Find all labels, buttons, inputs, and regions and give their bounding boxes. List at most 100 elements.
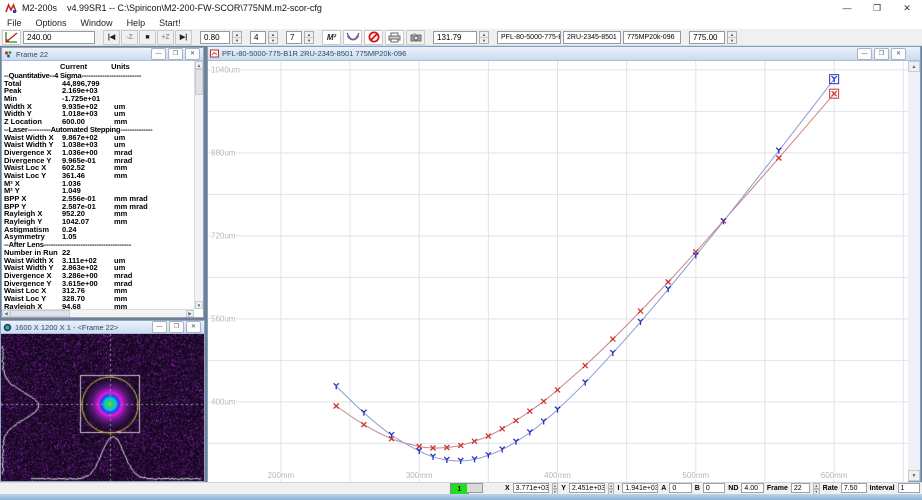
serial-combo[interactable]: 2RU-2345-8501	[563, 31, 621, 44]
table-row: Number in Run22	[2, 249, 194, 257]
stage-step-buttons: |◀-Z■+Z▶|	[103, 30, 192, 45]
results-vertical-scrollbar[interactable]: ▲ ▼	[194, 61, 203, 309]
status-value-b[interactable]: 0	[703, 483, 725, 493]
menu-item-help[interactable]: Help	[120, 16, 153, 29]
table-row: Total44,896,799	[2, 80, 194, 88]
row-value: 328.70	[62, 295, 114, 303]
svg-text:880um: 880um	[211, 148, 236, 157]
status-spinner-x[interactable]: ▲▼	[552, 483, 559, 493]
row-label: Waist Width Y	[2, 141, 62, 149]
status-value-nd[interactable]: 4.00	[741, 483, 763, 493]
chart-vertical-scrollbar[interactable]: ▲ ▼	[908, 61, 920, 481]
row-value: 1.036e+00	[62, 149, 114, 157]
row-units: um	[114, 141, 194, 149]
print-icon[interactable]	[385, 30, 404, 45]
row-label: Peak	[2, 87, 62, 95]
beam-close-icon[interactable]: ✕	[186, 321, 201, 333]
row-value: 3.111e+02	[62, 257, 114, 265]
row-value: 22	[62, 249, 114, 257]
status-spinner-frame[interactable]: ▲▼	[813, 483, 820, 493]
close-button[interactable]: ✕	[892, 0, 922, 16]
caustic-plot-icon[interactable]	[343, 30, 362, 45]
status-value-x[interactable]: 3.771e+03	[513, 483, 549, 493]
status-spinner-y[interactable]: ▲▼	[608, 483, 615, 493]
chart-maximize-icon[interactable]: ❐	[874, 48, 889, 60]
results-horizontal-scrollbar[interactable]: ◀ ▶	[2, 309, 194, 317]
row-label: Astigmatism	[2, 226, 62, 234]
row-label: Z Location	[2, 118, 62, 126]
data-point-marker	[513, 439, 518, 445]
row-label: Number in Run	[2, 249, 62, 257]
beam-maximize-icon[interactable]: ❐	[169, 321, 184, 333]
row-label: BPP Y	[2, 203, 62, 211]
camera-icon[interactable]	[406, 30, 425, 45]
svg-text:400um: 400um	[211, 397, 236, 406]
status-value-interval[interactable]: 1	[898, 483, 920, 493]
field-b-input[interactable]: 7	[286, 31, 302, 44]
field-b-spinner[interactable]: ▲▼	[304, 31, 314, 44]
row-value: 0.24	[62, 226, 114, 234]
chart-close-icon[interactable]: ✕	[891, 48, 906, 60]
results-close-icon[interactable]: ✕	[185, 48, 200, 60]
menu-item-file[interactable]: File	[0, 16, 29, 29]
results-minimize-icon[interactable]: —	[151, 48, 166, 60]
status-value-rate[interactable]: 7.50	[841, 483, 867, 493]
status-label-interval: Interval	[870, 485, 895, 492]
gain-spinner[interactable]: ▲▼	[479, 31, 489, 44]
row-label: Waist Width Y	[2, 264, 62, 272]
table-row: Waist Width X9.867e+02um	[2, 134, 194, 142]
table-row: Peak2.169e+03	[2, 87, 194, 95]
lens-combo[interactable]: PFL-80-5000-775-B	[497, 31, 561, 44]
row-label: Waist Width X	[2, 134, 62, 142]
column-header-current: Current	[60, 62, 87, 71]
status-value-i[interactable]: 1.941e+03	[622, 483, 658, 493]
svg-text:560um: 560um	[211, 314, 236, 323]
z-position-input[interactable]: 240.00	[23, 31, 95, 44]
wavelength-spinner[interactable]: ▲▼	[727, 31, 737, 44]
table-row: Waist Width Y1.038e+03um	[2, 141, 194, 149]
minimize-button[interactable]: —	[832, 0, 862, 16]
gain-input[interactable]: 131.79	[433, 31, 477, 44]
row-units: um	[114, 264, 194, 272]
chart-window-icon	[210, 49, 219, 58]
table-row: Waist Loc Y328.70mm	[2, 295, 194, 303]
optic-combo[interactable]: 775MP20k-096	[623, 31, 681, 44]
stage-step-button-0[interactable]: |◀	[103, 30, 120, 45]
data-point-marker	[430, 454, 435, 460]
menu-item-start[interactable]: Start!	[152, 16, 188, 29]
chart-minimize-icon[interactable]: —	[857, 48, 872, 60]
exposure-input[interactable]: 0.80	[200, 31, 230, 44]
exposure-spinner[interactable]: ▲▼	[232, 31, 242, 44]
row-units	[114, 95, 194, 103]
row-label: Asymmetry	[2, 233, 62, 241]
stage-step-button-4[interactable]: ▶|	[175, 30, 192, 45]
stage-step-button-3[interactable]: +Z	[157, 30, 174, 45]
row-units: mrad	[114, 149, 194, 157]
row-label: Waist Loc X	[2, 287, 62, 295]
results-maximize-icon[interactable]: ❐	[168, 48, 183, 60]
stage-step-button-2[interactable]: ■	[139, 30, 156, 45]
caustic-axes-icon[interactable]	[2, 30, 21, 45]
caustic-chart: 400um560um720um880um1040um200mm300mm400m…	[208, 61, 908, 482]
maximize-button[interactable]: ❐	[862, 0, 892, 16]
m-squared-icon[interactable]: M²	[322, 30, 341, 45]
menu-item-options[interactable]: Options	[29, 16, 74, 29]
results-window: Frame 22 — ❐ ✕ Current Units --Quantitat…	[1, 47, 204, 318]
row-units: mrad	[114, 272, 194, 280]
abort-icon[interactable]	[364, 30, 383, 45]
svg-text:1040um: 1040um	[211, 65, 240, 74]
field-a-spinner[interactable]: ▲▼	[268, 31, 278, 44]
beam-image-window: 1600 X 1200 X 1 - <Frame 22> — ❐ ✕	[0, 320, 205, 482]
status-value-frame[interactable]: 22	[791, 483, 810, 493]
beam-minimize-icon[interactable]: —	[152, 321, 167, 333]
field-a-input[interactable]: 4	[250, 31, 266, 44]
status-value-a[interactable]: 0	[669, 483, 691, 493]
wavelength-input[interactable]: 775.00	[689, 31, 725, 44]
status-value-y[interactable]: 2.451e+03	[569, 483, 605, 493]
row-units	[114, 249, 194, 257]
menu-item-window[interactable]: Window	[74, 16, 120, 29]
row-label: Waist Loc Y	[2, 295, 62, 303]
row-value: 952.20	[62, 210, 114, 218]
row-units: mm mrad	[114, 203, 194, 211]
stage-step-button-1[interactable]: -Z	[121, 30, 138, 45]
